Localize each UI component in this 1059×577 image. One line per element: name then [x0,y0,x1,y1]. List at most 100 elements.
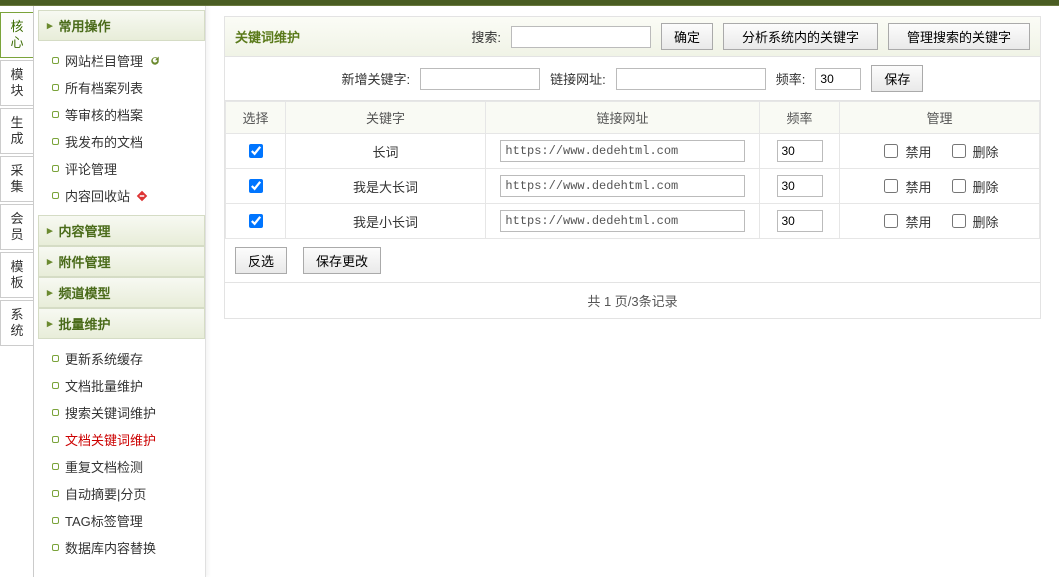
menu-item-label: 更新系统缓存 [65,349,143,368]
bullet-icon [52,517,59,524]
refresh-icon [149,55,161,67]
disable-checkbox[interactable] [884,179,898,193]
leftnav-item-3[interactable]: 采集 [0,156,33,202]
trash-icon [136,190,148,202]
confirm-button[interactable]: 确定 [661,23,713,50]
menu-item-4-2[interactable]: 搜索关键词维护 [48,399,205,426]
add-row: 新增关键字: 链接网址: 频率: 保存 [225,57,1040,101]
menu-item-4-5[interactable]: 自动摘要|分页 [48,480,205,507]
panel-title: 关键词维护 [235,27,300,46]
leftnav-item-5[interactable]: 模板 [0,252,33,298]
chevron-right-icon: ▸ [47,255,53,268]
bullet-icon [52,57,59,64]
row-freq-input[interactable] [777,210,823,232]
row-link-input[interactable] [500,140,744,162]
menu-item-4-7[interactable]: 数据库内容替换 [48,534,205,561]
row-select-checkbox[interactable] [249,214,263,228]
menu-item-label: 网站栏目管理 [65,51,143,70]
new-keyword-label: 新增关键字: [342,69,411,88]
bullet-icon [52,138,59,145]
chevron-right-icon: ▸ [47,224,53,237]
sidebar: ▸常用操作网站栏目管理所有档案列表等审核的档案我发布的文档评论管理内容回收站▸内… [34,6,206,577]
delete-option[interactable]: 删除 [948,141,999,161]
menu-item-0-1[interactable]: 所有档案列表 [48,74,205,101]
leftnav-item-4[interactable]: 会员 [0,204,33,250]
disable-checkbox[interactable] [884,214,898,228]
col-select: 选择 [226,102,286,134]
menu-item-label: 所有档案列表 [65,78,143,97]
section-head-0[interactable]: ▸常用操作 [38,10,205,41]
menu-0: 网站栏目管理所有档案列表等审核的档案我发布的文档评论管理内容回收站 [38,41,205,215]
invert-button[interactable]: 反选 [235,247,287,274]
section-head-4[interactable]: ▸批量维护 [38,308,205,339]
disable-label: 禁用 [905,177,931,196]
bullet-icon [52,463,59,470]
new-keyword-input[interactable] [420,68,540,90]
bullet-icon [52,165,59,172]
panel-head: 关键词维护 搜索: 确定 分析系统内的关键字 管理搜索的关键字 [225,17,1040,57]
keywords-table: 选择 关键字 链接网址 频率 管理 长词禁用删除我是大长词禁用删除我是小长词禁用… [225,101,1040,239]
row-keyword: 长词 [372,145,398,160]
menu-item-4-4[interactable]: 重复文档检测 [48,453,205,480]
bullet-icon [52,84,59,91]
delete-option[interactable]: 删除 [948,211,999,231]
search-input[interactable] [511,26,651,48]
bullet-icon [52,111,59,118]
new-link-input[interactable] [616,68,766,90]
menu-item-label: 自动摘要|分页 [65,484,146,503]
leftnav-item-0[interactable]: 核心 [0,12,33,58]
search-label: 搜索: [471,27,501,46]
disable-label: 禁用 [905,142,931,161]
content: 关键词维护 搜索: 确定 分析系统内的关键字 管理搜索的关键字 新增关键字: 链… [206,6,1059,577]
keywords-panel: 关键词维护 搜索: 确定 分析系统内的关键字 管理搜索的关键字 新增关键字: 链… [224,16,1041,319]
menu-item-label: TAG标签管理 [65,511,143,530]
pager: 共 1 页/3条记录 [225,282,1040,318]
analyze-button[interactable]: 分析系统内的关键字 [723,23,878,50]
chevron-right-icon: ▸ [47,19,53,32]
delete-label: 删除 [973,212,999,231]
menu-item-4-3[interactable]: 文档关键词维护 [48,426,205,453]
section-title: 附件管理 [59,252,111,271]
disable-option[interactable]: 禁用 [880,211,931,231]
section-head-1[interactable]: ▸内容管理 [38,215,205,246]
menu-item-4-6[interactable]: TAG标签管理 [48,507,205,534]
save-button[interactable]: 保存 [871,65,923,92]
disable-checkbox[interactable] [884,144,898,158]
left-rail: 核心模块生成采集会员模板系统 [0,6,34,577]
menu-item-label: 搜索关键词维护 [65,403,156,422]
menu-item-0-3[interactable]: 我发布的文档 [48,128,205,155]
row-freq-input[interactable] [777,140,823,162]
disable-option[interactable]: 禁用 [880,176,931,196]
row-select-checkbox[interactable] [249,179,263,193]
menu-item-0-0[interactable]: 网站栏目管理 [48,47,205,74]
delete-option[interactable]: 删除 [948,176,999,196]
row-select-checkbox[interactable] [249,144,263,158]
bullet-icon [52,382,59,389]
row-freq-input[interactable] [777,175,823,197]
row-link-input[interactable] [500,210,744,232]
new-freq-input[interactable] [815,68,861,90]
leftnav-item-2[interactable]: 生成 [0,108,33,154]
section-head-3[interactable]: ▸频道模型 [38,277,205,308]
delete-checkbox[interactable] [952,179,966,193]
row-link-input[interactable] [500,175,744,197]
menu-item-0-4[interactable]: 评论管理 [48,155,205,182]
menu-item-0-2[interactable]: 等审核的档案 [48,101,205,128]
menu-item-label: 等审核的档案 [65,105,143,124]
delete-label: 删除 [973,142,999,161]
menu-item-label: 内容回收站 [65,186,130,205]
delete-label: 删除 [973,177,999,196]
disable-option[interactable]: 禁用 [880,141,931,161]
save-changes-button[interactable]: 保存更改 [303,247,381,274]
menu-item-4-0[interactable]: 更新系统缓存 [48,345,205,372]
section-head-2[interactable]: ▸ 附件管理 [38,246,205,277]
menu-item-4-1[interactable]: 文档批量维护 [48,372,205,399]
manage-search-button[interactable]: 管理搜索的关键字 [888,23,1030,50]
delete-checkbox[interactable] [952,144,966,158]
menu-4: 更新系统缓存文档批量维护搜索关键词维护文档关键词维护重复文档检测自动摘要|分页 T… [38,339,205,567]
delete-checkbox[interactable] [952,214,966,228]
leftnav-item-1[interactable]: 模块 [0,60,33,106]
bullet-icon [52,409,59,416]
menu-item-0-5[interactable]: 内容回收站 [48,182,205,209]
leftnav-item-6[interactable]: 系统 [0,300,33,346]
